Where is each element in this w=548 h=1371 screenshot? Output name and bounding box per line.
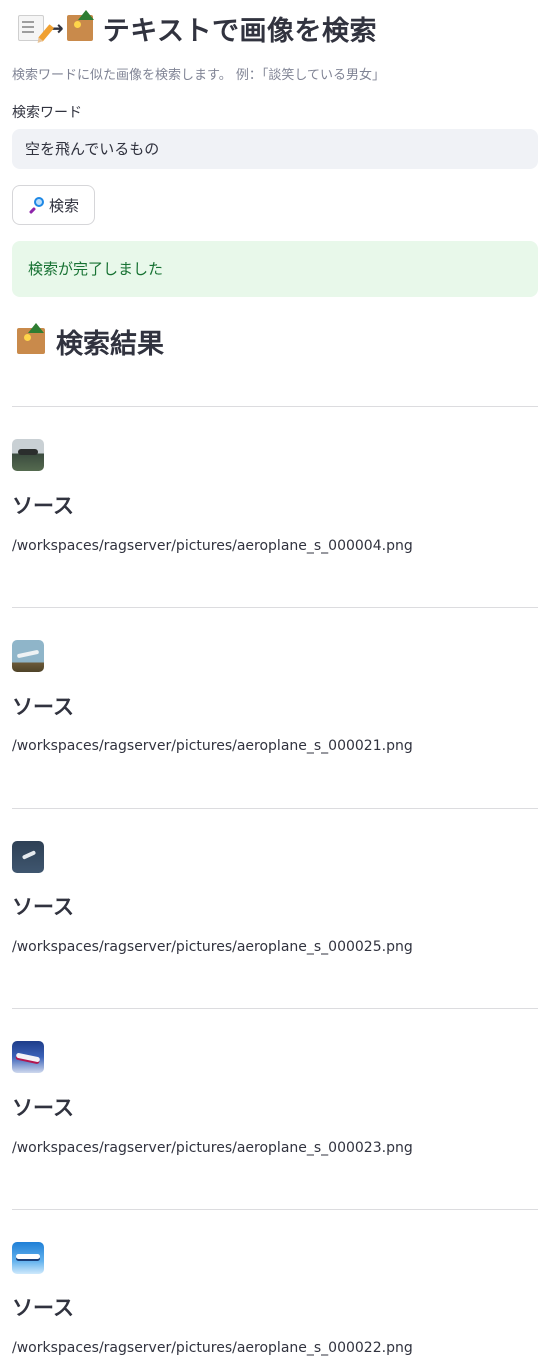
result-heading: ソース xyxy=(12,1096,74,1120)
divider xyxy=(12,1008,538,1009)
memo-icon xyxy=(18,15,55,42)
search-label: 検索ワード xyxy=(12,105,82,121)
results-title-row: 検索結果 xyxy=(17,320,164,362)
result-thumbnail[interactable] xyxy=(12,1041,44,1073)
framed-picture-icon xyxy=(66,15,93,41)
search-input[interactable] xyxy=(12,129,538,169)
result-thumbnail[interactable] xyxy=(12,841,44,873)
result-path: /workspaces/ragserver/pictures/aeroplane… xyxy=(12,538,413,554)
page-description: 検索ワードに似た画像を検索します。 例：「談笑している男女」 xyxy=(12,68,385,83)
result-heading: ソース xyxy=(12,494,74,518)
result-thumbnail[interactable] xyxy=(12,640,44,672)
framed-picture-icon xyxy=(17,328,45,354)
result-heading: ソース xyxy=(12,895,74,919)
divider xyxy=(12,1209,538,1210)
result-path: /workspaces/ragserver/pictures/aeroplane… xyxy=(12,1340,413,1356)
result-path: /workspaces/ragserver/pictures/aeroplane… xyxy=(12,939,413,955)
divider xyxy=(12,406,538,407)
result-heading: ソース xyxy=(12,695,74,719)
page-title-row: → テキストで画像を検索 xyxy=(18,8,377,48)
result-path: /workspaces/ragserver/pictures/aeroplane… xyxy=(12,1140,413,1156)
result-thumbnail[interactable] xyxy=(12,439,44,471)
status-success-alert: 検索が完了しました xyxy=(12,241,538,297)
magnifying-glass-icon xyxy=(28,197,44,215)
page-title: テキストで画像を検索 xyxy=(102,15,377,47)
divider xyxy=(12,808,538,809)
result-heading: ソース xyxy=(12,1296,74,1320)
result-path: /workspaces/ragserver/pictures/aeroplane… xyxy=(12,738,413,754)
search-button[interactable]: 検索 xyxy=(12,185,95,225)
divider xyxy=(12,607,538,608)
search-button-label: 検索 xyxy=(48,196,79,215)
result-thumbnail[interactable] xyxy=(12,1242,44,1274)
results-title: 検索結果 xyxy=(56,328,164,360)
